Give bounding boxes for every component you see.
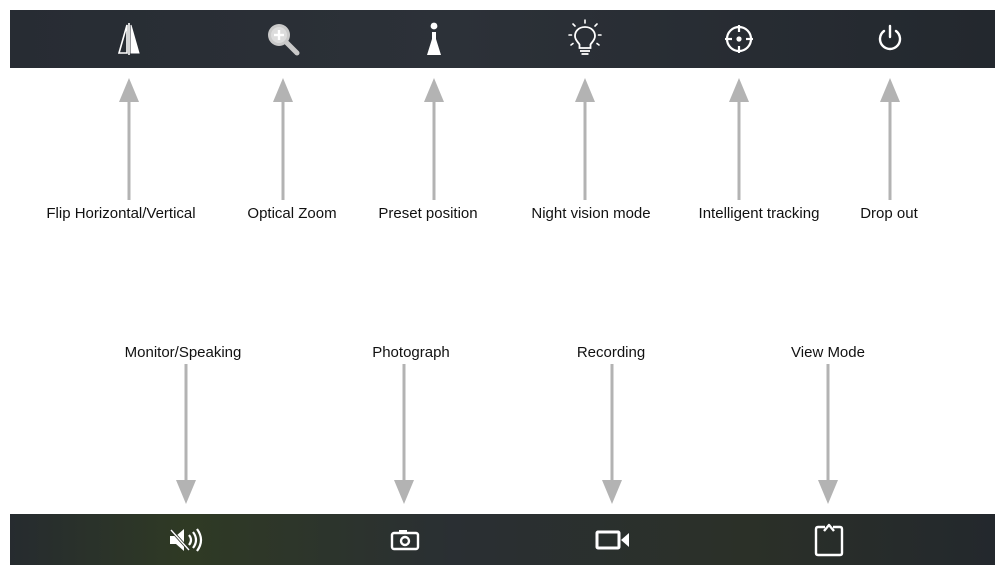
label-flip: Flip Horizontal/Vertical [46, 205, 196, 222]
arrow-dropout [880, 78, 900, 200]
arrow-preset [424, 78, 444, 200]
label-photograph: Photograph [372, 344, 450, 361]
label-drop-out: Drop out [860, 205, 918, 222]
callout-arrows [119, 78, 900, 504]
label-night-vision: Night vision mode [531, 205, 651, 222]
speaker-muted-icon [169, 527, 203, 552]
bottom-toolbar [10, 514, 995, 565]
label-preset-position: Preset position [378, 205, 478, 222]
monitor-speaking-button[interactable] [157, 514, 217, 565]
arrow-flip [119, 78, 139, 200]
arrow-zoom [273, 78, 293, 200]
view-mode-button[interactable] [799, 514, 859, 565]
label-monitor-speaking: Monitor/Speaking [124, 344, 242, 361]
arrow-photo [394, 364, 414, 504]
photograph-button[interactable] [375, 514, 435, 565]
arrow-night [575, 78, 595, 200]
label-recording: Recording [576, 344, 646, 361]
camera-icon [390, 529, 420, 550]
arrow-monitor [176, 364, 196, 504]
video-camera-icon [595, 530, 629, 549]
view-mode-icon [814, 523, 844, 556]
arrow-record [602, 364, 622, 504]
label-optical-zoom: Optical Zoom [247, 205, 337, 222]
recording-button[interactable] [583, 514, 643, 565]
arrow-view [818, 364, 838, 504]
arrow-tracking [729, 78, 749, 200]
label-intelligent-tracking: Intelligent tracking [698, 205, 820, 222]
label-view-mode: View Mode [791, 344, 865, 361]
